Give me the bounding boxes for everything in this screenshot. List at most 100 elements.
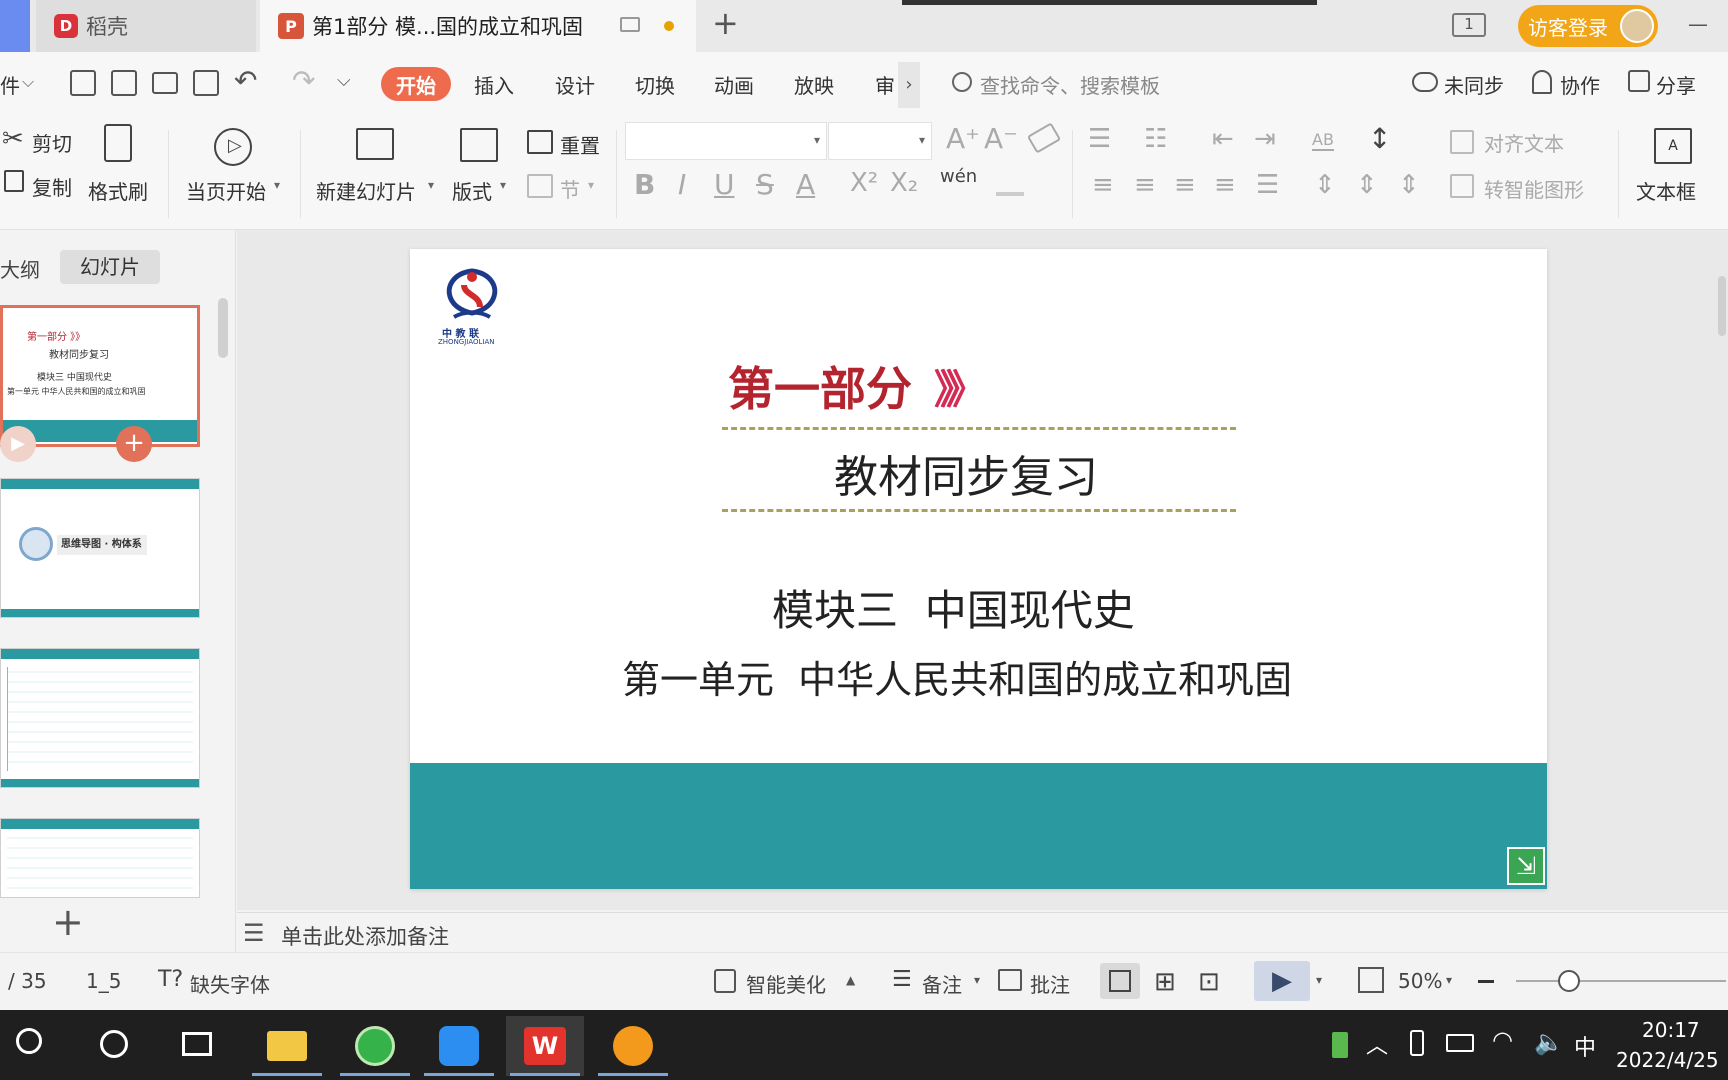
increase-indent-icon[interactable]: ⇥	[1254, 124, 1276, 154]
notes-area[interactable]: ☰ 单击此处添加备注	[237, 912, 1728, 952]
highlight-icon[interactable]	[996, 174, 1024, 196]
new-slide-button[interactable]: 新建幻灯片	[316, 176, 416, 205]
font-name-select[interactable]: ▾	[625, 122, 827, 160]
strikethrough-icon[interactable]: S	[756, 168, 774, 201]
export-pdf-icon[interactable]	[111, 70, 137, 96]
justify-icon[interactable]: ≡	[1214, 170, 1236, 200]
layout-button[interactable]: 版式	[452, 176, 492, 205]
paragraph-spacing-icon[interactable]: ⇕	[1314, 170, 1336, 200]
undo-icon[interactable]: ↶	[234, 64, 257, 97]
tab-slideshow[interactable]: 放映	[794, 70, 834, 99]
canvas-scrollbar[interactable]	[1718, 276, 1726, 336]
line-spacing-icon[interactable]: ↕	[1368, 122, 1391, 155]
tab-start[interactable]: 开始	[381, 67, 451, 101]
customize-icon[interactable]: ⌵	[337, 70, 351, 91]
exit-icon[interactable]: ⇲	[1507, 847, 1545, 885]
copy-button[interactable]: 复制	[32, 172, 72, 201]
slide-thumbnail-2[interactable]: 思维导图 · 构体系	[0, 478, 200, 618]
tab-slides[interactable]: 幻灯片	[60, 250, 160, 284]
numbered-list-icon[interactable]: ☷	[1144, 124, 1167, 154]
font-shrink-icon[interactable]: A⁻	[984, 122, 1018, 155]
cut-button[interactable]: 剪切	[32, 128, 72, 157]
collab-button[interactable]: 协作	[1560, 70, 1600, 99]
share-button[interactable]: 分享	[1656, 70, 1696, 99]
clock-date[interactable]: 2022/4/25	[1616, 1048, 1719, 1072]
panel-scrollbar[interactable]	[218, 298, 228, 358]
slide-thumbnail-4[interactable]	[0, 818, 200, 898]
dropdown-arrow-icon[interactable]: ▾	[274, 178, 280, 192]
align-center-icon[interactable]: ≡	[1134, 170, 1156, 200]
feishu-button[interactable]	[420, 1016, 498, 1076]
file-explorer-button[interactable]	[248, 1016, 326, 1076]
thumb-add-button[interactable]: +	[116, 426, 152, 462]
decrease-indent-icon[interactable]: ⇤	[1212, 124, 1234, 154]
taskbar-search-icon[interactable]	[16, 1028, 42, 1054]
browser-button[interactable]	[336, 1016, 414, 1076]
tab-document[interactable]: P 第1部分 模...国的成立和巩固	[260, 0, 696, 52]
normal-view-button[interactable]	[1100, 963, 1140, 999]
zoom-level[interactable]: 50%	[1398, 969, 1442, 993]
reading-view-icon[interactable]: ⊡	[1198, 967, 1220, 997]
zoom-slider-handle[interactable]	[1558, 970, 1580, 992]
eraser-icon[interactable]	[1026, 122, 1062, 154]
print-icon[interactable]	[152, 72, 178, 94]
grid-view-icon[interactable]: ⊞	[1154, 967, 1176, 997]
subscript-icon[interactable]: X₂	[890, 168, 918, 198]
search-input[interactable]: 查找命令、搜索模板	[980, 70, 1160, 99]
battery-icon[interactable]	[1446, 1034, 1474, 1052]
distribute-icon[interactable]: ☰	[1256, 170, 1279, 200]
italic-icon[interactable]: I	[678, 168, 686, 201]
dropdown-arrow-icon[interactable]: ▾	[588, 178, 594, 192]
phone-icon[interactable]	[1410, 1030, 1424, 1056]
login-button[interactable]: 访客登录	[1518, 5, 1658, 47]
font-grow-icon[interactable]: A⁺	[946, 122, 980, 155]
align-text-button[interactable]: 对齐文本	[1484, 128, 1564, 157]
chevron-down-icon[interactable]: ▾	[1316, 973, 1322, 987]
clock-time[interactable]: 20:17	[1642, 1018, 1700, 1042]
missing-font-button[interactable]: 缺失字体	[190, 969, 270, 998]
ime-indicator[interactable]: 中	[1574, 1030, 1596, 1062]
play-slideshow-button[interactable]: ▶	[1254, 961, 1310, 1001]
new-tab-button[interactable]: +	[712, 4, 739, 42]
tray-expand-icon[interactable]: ︿	[1366, 1028, 1388, 1060]
task-view-icon[interactable]	[182, 1032, 212, 1056]
chevron-down-icon[interactable]: ▾	[974, 973, 980, 987]
page-indicator[interactable]: / 35	[8, 969, 47, 993]
chevron-down-icon[interactable]: ▾	[1446, 973, 1452, 987]
current-slide[interactable]: 中 教 联 ZHONGJIAOLIAN 第一部分 》》》 教材同步复习 模块三 …	[410, 249, 1547, 889]
fit-window-icon[interactable]	[1358, 967, 1384, 993]
align-left-icon[interactable]: ≡	[1092, 170, 1114, 200]
section-button[interactable]: 节	[560, 174, 580, 203]
wps-button[interactable]: W	[506, 1016, 584, 1076]
menu-file-partial[interactable]: 件	[0, 70, 20, 99]
zoom-slider-track[interactable]	[1516, 980, 1726, 982]
notes-toggle-button[interactable]: 备注	[922, 969, 962, 998]
line-spacing-down-icon[interactable]: ⇕	[1356, 170, 1378, 200]
tab-design[interactable]: 设计	[555, 70, 595, 99]
superscript-icon[interactable]: X²	[850, 168, 878, 198]
font-color-icon[interactable]: A	[796, 168, 815, 201]
dropdown-arrow-icon[interactable]: ▾	[500, 178, 506, 192]
textbox-button[interactable]: 文本框	[1636, 176, 1696, 205]
pinyin-button[interactable]: wén	[940, 166, 977, 187]
tab-animation[interactable]: 动画	[714, 70, 754, 99]
volume-icon[interactable]: 🔈	[1534, 1028, 1564, 1056]
zoom-out-button[interactable]	[1478, 980, 1494, 983]
wifi-icon[interactable]: ◠	[1492, 1026, 1513, 1054]
spacing-options-icon[interactable]: ⇕	[1398, 170, 1420, 200]
add-slide-button[interactable]: +	[52, 900, 84, 944]
reset-button[interactable]: 重置	[560, 130, 600, 159]
smart-graphic-button[interactable]: 转智能图形	[1484, 174, 1584, 203]
present-icon[interactable]	[620, 17, 640, 32]
text-direction-icon[interactable]: AB	[1312, 130, 1334, 151]
video-app-button[interactable]	[594, 1016, 672, 1076]
play-from-current-button[interactable]: 当页开始	[186, 176, 266, 205]
comment-button[interactable]: 批注	[1030, 969, 1070, 998]
tabs-more-button[interactable]: ›	[898, 62, 920, 108]
slide-thumbnail-3[interactable]	[0, 648, 200, 788]
minimize-button[interactable]: —	[1688, 12, 1708, 36]
bold-icon[interactable]: B	[634, 168, 655, 201]
tab-insert[interactable]: 插入	[474, 70, 514, 99]
bullet-list-icon[interactable]: ☰	[1088, 124, 1111, 154]
tab-daoke[interactable]: D 稻壳	[36, 0, 256, 52]
